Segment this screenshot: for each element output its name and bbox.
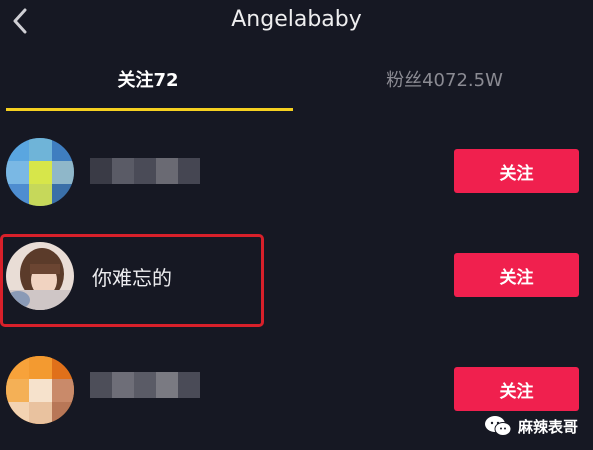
follow-button[interactable]: 关注: [454, 367, 579, 411]
pixelated-username: [90, 158, 200, 184]
active-tab-indicator: [6, 108, 293, 111]
pixelated-username: [90, 372, 200, 398]
tab-bar: 关注72 粉丝4072.5W: [0, 56, 593, 112]
avatar[interactable]: [6, 356, 74, 424]
avatar[interactable]: [6, 242, 74, 310]
wechat-icon: [485, 416, 512, 436]
watermark-text: 麻辣表哥: [518, 417, 579, 436]
pixelated-avatar-image: [6, 138, 74, 206]
avatar[interactable]: [6, 138, 74, 206]
watermark: 麻辣表哥: [484, 414, 578, 438]
page-title: Angelababy: [231, 7, 362, 32]
list-item[interactable]: 关注: [0, 124, 593, 220]
tab-following[interactable]: 关注72: [0, 66, 296, 92]
follow-button[interactable]: 关注: [454, 149, 579, 193]
profile-photo: [6, 242, 74, 310]
pixelated-avatar-image: [6, 356, 74, 424]
username[interactable]: 你难忘的: [92, 262, 172, 291]
top-bar: Angelababy: [0, 0, 593, 44]
list-item[interactable]: 你难忘的 关注: [0, 228, 593, 324]
tab-fans[interactable]: 粉丝4072.5W: [296, 66, 593, 92]
follow-button[interactable]: 关注: [454, 253, 579, 297]
